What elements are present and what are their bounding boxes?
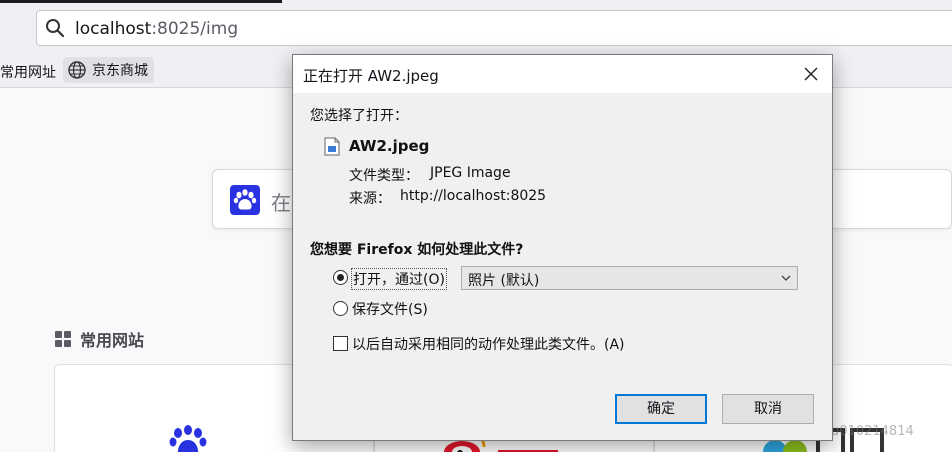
newtab-search-placeholder: 在	[271, 191, 291, 215]
auto-action-checkbox[interactable]	[333, 336, 348, 351]
cancel-button[interactable]: 取消	[722, 394, 814, 424]
address-bar[interactable]: localhost:8025/img	[36, 10, 952, 46]
dialog-titlebar: 正在打开 AW2.jpeg	[293, 55, 832, 93]
url-host: localhost	[75, 19, 152, 39]
top-sites-heading: 常用网站	[54, 327, 144, 351]
dialog-title: 正在打开 AW2.jpeg	[303, 67, 439, 85]
open-file-dialog: 正在打开 AW2.jpeg 您选择了打开： AW2.jpeg 文件类型： JPE…	[292, 54, 833, 441]
ok-button[interactable]: 确定	[615, 394, 707, 424]
baidu-paw-icon	[230, 185, 260, 215]
open-with-app-select[interactable]: 照片 (默认)	[461, 266, 798, 290]
globe-icon	[68, 61, 86, 79]
auto-action-label[interactable]: 以后自动采用相同的动作处理此类文件。(A)	[352, 334, 625, 354]
baidu-logo	[169, 425, 207, 452]
open-with-app-value: 照片 (默认)	[468, 273, 540, 289]
tab-strip-edge	[0, 0, 282, 3]
grid-icon	[55, 331, 71, 347]
bookmark-jd[interactable]: 京东商城	[63, 57, 154, 83]
bookmark-common-sites[interactable]: 常用网址	[0, 62, 56, 82]
source-value: http://localhost:8025	[400, 188, 547, 204]
close-icon[interactable]	[798, 61, 824, 87]
file-type-label: 文件类型：	[349, 168, 419, 184]
open-with-label[interactable]: 打开，通过(O)	[351, 268, 447, 290]
you-chose-label: 您选择了打开：	[310, 108, 408, 124]
save-file-label[interactable]: 保存文件(S)	[352, 299, 428, 319]
file-type-value: JPEG Image	[430, 165, 511, 181]
save-file-radio[interactable]	[333, 301, 348, 316]
chevron-down-icon	[781, 275, 791, 281]
address-text[interactable]: localhost:8025/img	[75, 18, 238, 40]
bookmark-jd-label: 京东商城	[92, 63, 148, 79]
search-icon	[46, 19, 65, 38]
image-file-icon	[324, 137, 340, 156]
source-label: 来源：	[349, 191, 391, 207]
dialog-body: 您选择了打开： AW2.jpeg 文件类型： JPEG Image 来源： ht…	[293, 93, 832, 440]
browser-toolbar: localhost:8025/img	[0, 0, 952, 52]
top-sites-title: 常用网站	[80, 331, 145, 350]
url-path: :8025/img	[151, 19, 239, 39]
file-name: AW2.jpeg	[349, 137, 430, 155]
open-with-radio[interactable]	[333, 270, 348, 285]
handle-question: 您想要 Firefox 如何处理此文件?	[310, 242, 524, 258]
